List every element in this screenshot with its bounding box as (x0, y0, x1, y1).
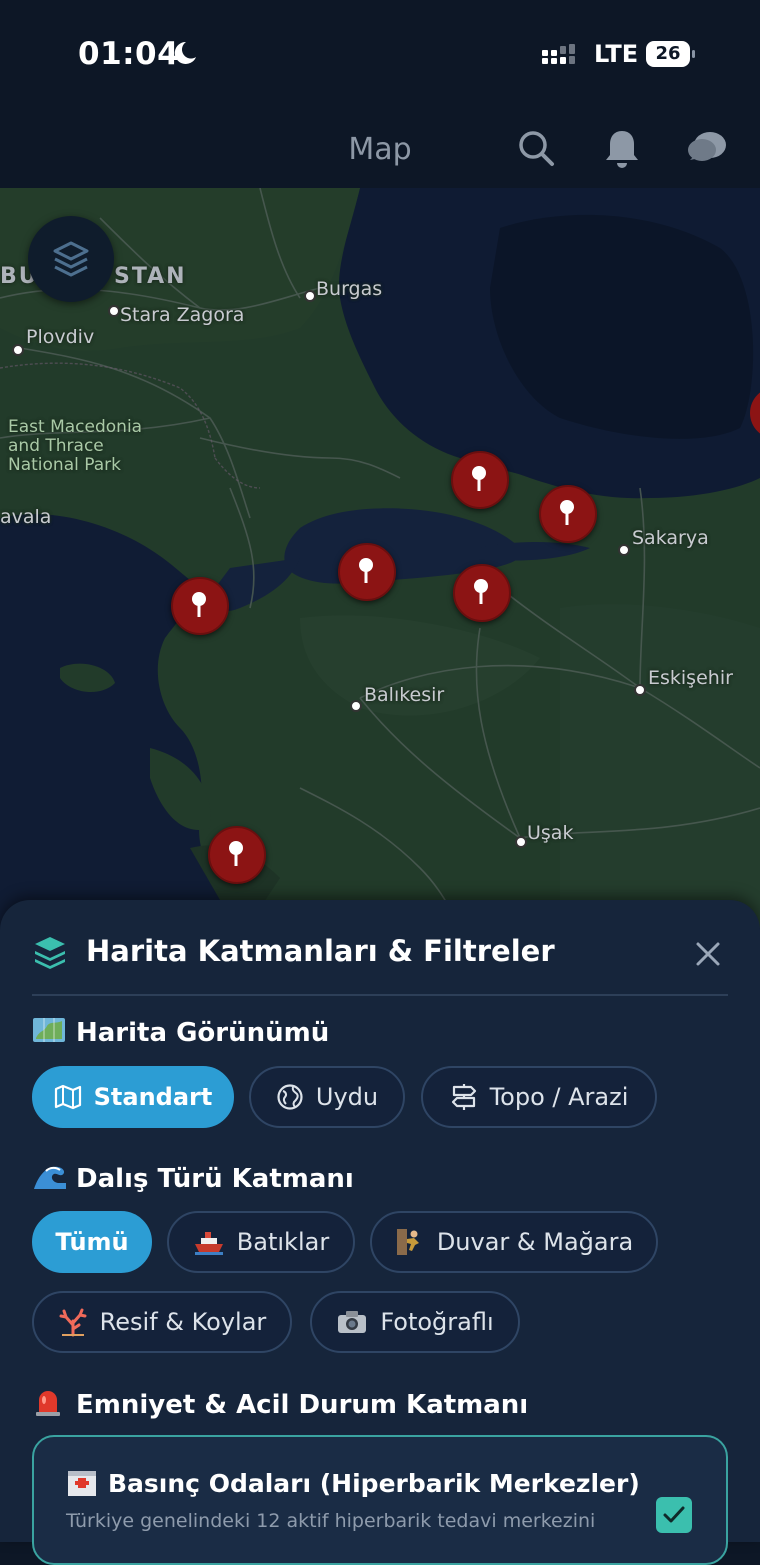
view-chip-topo-label: Topo / Arazi (489, 1083, 629, 1111)
map-icon (54, 1084, 81, 1110)
hyperbaric-card-title-text: Basınç Odaları (Hiperbarik Merkezler) (108, 1469, 640, 1498)
view-chip-topo[interactable]: Topo / Arazi (421, 1066, 657, 1128)
section-safety: Emniyet & Acil Durum Katmanı (32, 1386, 528, 1425)
map-label-plovdiv: Plovdiv (26, 326, 95, 348)
chat-icon[interactable] (686, 128, 728, 168)
section-map-view: Harita Görünümü (32, 1016, 329, 1051)
signpost-icon (451, 1084, 476, 1110)
climber-icon (396, 1229, 419, 1255)
dive-chip-fotografli-label: Fotoğraflı (380, 1308, 494, 1336)
coral-icon (59, 1308, 87, 1337)
dive-site-pin[interactable] (539, 485, 597, 543)
map-label-sakarya: Sakarya (632, 527, 709, 549)
dive-chip-duvar-magara-label: Duvar & Mağara (436, 1228, 634, 1256)
section-dive-type-label: Dalış Türü Katmanı (76, 1164, 354, 1194)
view-chip-uydu[interactable]: Uydu (249, 1066, 405, 1128)
city-dot-plovdiv (12, 344, 24, 356)
view-chip-uydu-label: Uydu (315, 1083, 379, 1111)
city-dot-sakarya (618, 544, 630, 556)
status-bar: 01:04 LTE 26 (0, 0, 760, 110)
signal-icon (542, 44, 575, 64)
search-icon[interactable] (516, 128, 556, 168)
city-dot-stara-zagora (108, 305, 120, 317)
battery-icon: 26 (646, 41, 696, 67)
network-type: LTE (594, 40, 639, 68)
map-label-national-park: East Macedonia and Thrace National Park (8, 417, 143, 475)
checkmark-icon (663, 1506, 685, 1523)
ship-icon (194, 1232, 223, 1255)
section-safety-label: Emniyet & Acil Durum Katmanı (76, 1390, 529, 1420)
map-label-burgas: Burgas (316, 278, 383, 300)
close-icon[interactable] (694, 940, 722, 968)
moon-icon (174, 41, 196, 64)
hyperbaric-card-description: Türkiye genelindeki 12 aktif hiperbarik … (66, 1510, 596, 1532)
globe-icon (277, 1084, 303, 1110)
city-dot-eskisehir (634, 684, 646, 696)
city-dot-balikesir (350, 700, 362, 712)
map-label-kavala: avala (0, 506, 52, 528)
hospital-emoji-icon (66, 1467, 98, 1503)
view-chip-standart-label: Standart (93, 1083, 213, 1111)
dive-chip-fotografli[interactable]: Fotoğraflı (310, 1291, 520, 1353)
map-label-usak: Uşak (527, 822, 574, 844)
dive-chip-tumu[interactable]: Tümü (32, 1211, 152, 1273)
pin-icon (472, 466, 486, 491)
hyperbaric-layer-card[interactable]: Basınç Odaları (Hiperbarik Merkezler) Tü… (32, 1435, 728, 1565)
pin-icon (359, 558, 373, 583)
hyperbaric-card-title: Basınç Odaları (Hiperbarik Merkezler) (66, 1467, 640, 1503)
pin-icon (560, 500, 574, 525)
map-label-eskisehir: Eskişehir (648, 667, 733, 689)
camera-icon (338, 1311, 367, 1333)
dive-site-pin[interactable] (208, 826, 266, 884)
siren-emoji-icon (32, 1386, 68, 1425)
dive-site-pin[interactable] (451, 451, 509, 509)
layers-button[interactable] (28, 216, 114, 302)
dive-site-pin[interactable] (171, 577, 229, 635)
map-emoji-icon (32, 1016, 68, 1051)
dive-chip-batiklar-label: Batıklar (236, 1228, 330, 1256)
map-label-balikesir: Balıkesir (364, 684, 445, 706)
layers-icon (53, 241, 89, 277)
map-label-bulgaria-right: STAN (114, 264, 187, 289)
divider (32, 994, 728, 996)
battery-level: 26 (655, 43, 681, 64)
notification-bell-icon[interactable] (602, 128, 642, 170)
map-view[interactable]: BU STAN Burgas Stara Zagora Plovdiv East… (0, 188, 760, 928)
sheet-title: Harita Katmanları & Filtreler (86, 934, 555, 968)
dive-chip-resif-koylar-label: Resif & Koylar (99, 1308, 267, 1336)
city-dot-burgas (304, 290, 316, 302)
clock: 01:04 (78, 36, 180, 72)
pin-icon (192, 592, 206, 617)
dive-site-pin[interactable] (338, 543, 396, 601)
wave-emoji-icon (32, 1161, 68, 1198)
dive-chip-duvar-magara[interactable]: Duvar & Mağara (370, 1211, 658, 1273)
page-title: Map (348, 132, 412, 167)
pin-icon (229, 841, 243, 866)
pin-icon (474, 579, 488, 604)
section-dive-type: Dalış Türü Katmanı (32, 1161, 354, 1198)
city-dot-usak (515, 836, 527, 848)
layers-filter-sheet: Harita Katmanları & Filtreler Harita Gör… (0, 900, 760, 1565)
app-header: Map (0, 110, 760, 188)
dive-chip-resif-koylar[interactable]: Resif & Koylar (32, 1291, 292, 1353)
dive-chip-batiklar[interactable]: Batıklar (167, 1211, 355, 1273)
layers-icon (35, 937, 65, 969)
section-map-view-label: Harita Görünümü (76, 1018, 330, 1048)
hyperbaric-checkbox[interactable] (656, 1497, 692, 1533)
dive-site-pin[interactable] (453, 564, 511, 622)
view-chip-standart[interactable]: Standart (32, 1066, 234, 1128)
dive-chip-tumu-label: Tümü (55, 1228, 129, 1256)
map-label-stara-zagora: Stara Zagora (120, 304, 245, 326)
